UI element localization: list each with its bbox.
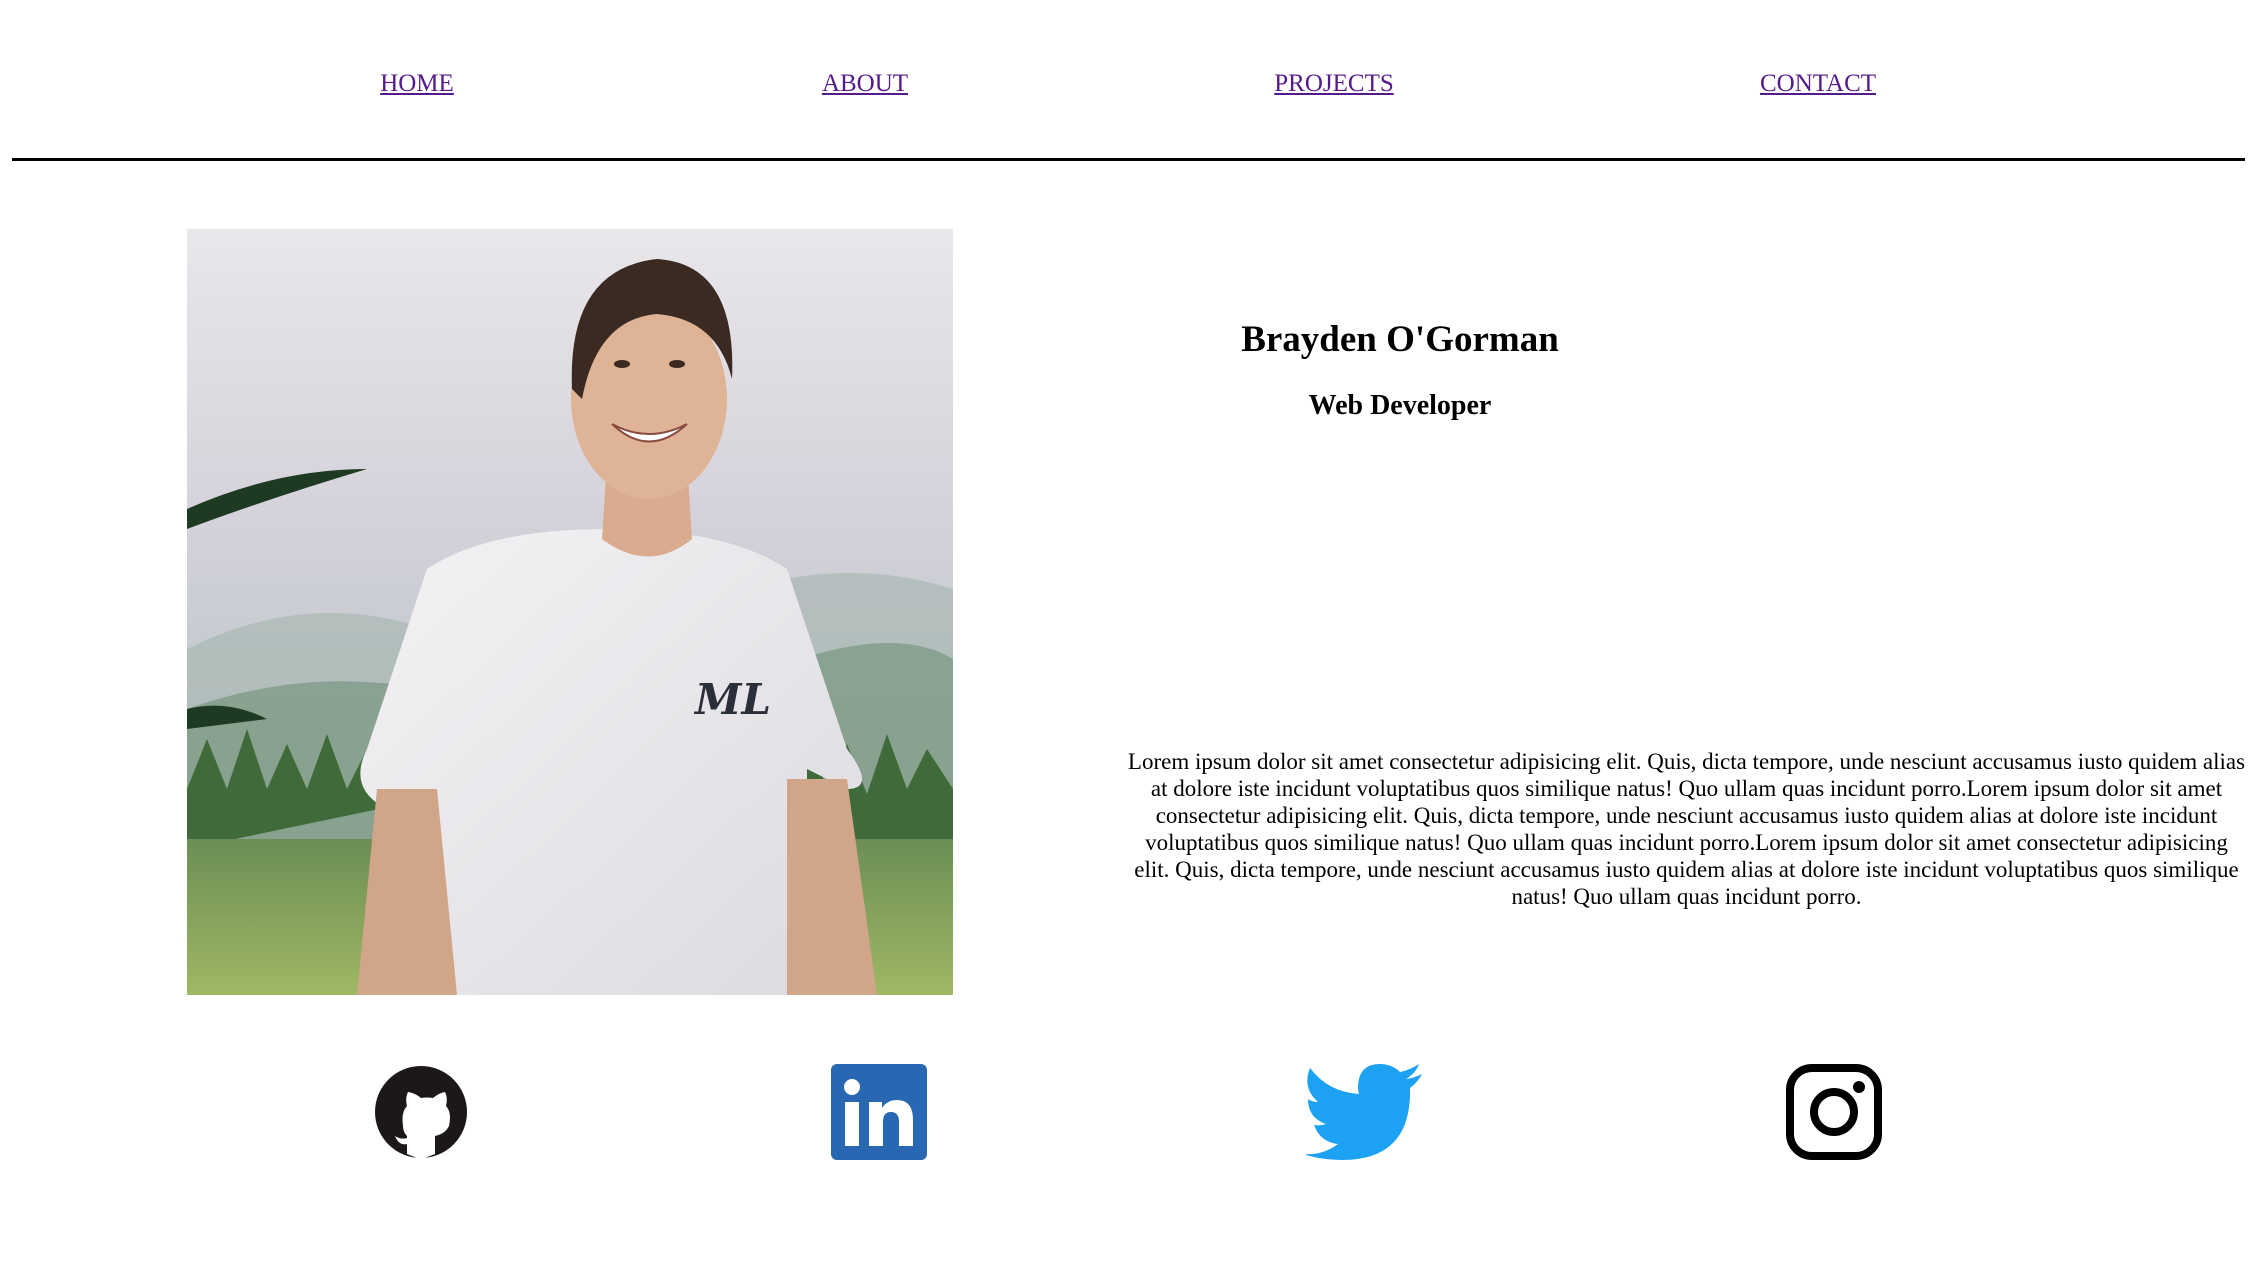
twitter-icon	[1306, 1064, 1422, 1160]
instagram-icon	[1786, 1064, 1882, 1160]
hero-title: Web Developer	[1308, 390, 1492, 421]
instagram-link[interactable]	[1786, 1064, 1882, 1160]
hero-name: Brayden O'Gorman	[1241, 319, 1559, 360]
nav-divider	[12, 158, 2245, 161]
nav-link-contact[interactable]: CONTACT	[1760, 70, 1876, 98]
hero-bio: Lorem ipsum dolor sit amet consectetur a…	[1127, 749, 2246, 909]
shirt-logo-text: ML	[693, 675, 771, 724]
linkedin-link[interactable]	[831, 1064, 927, 1160]
top-nav: HOME ABOUT PROJECTS CONTACT	[0, 0, 2256, 160]
github-link[interactable]	[373, 1064, 469, 1160]
linkedin-icon	[831, 1064, 927, 1160]
profile-photo: ML	[187, 229, 953, 995]
profile-photo-illustration: ML	[187, 229, 953, 995]
nav-link-projects[interactable]: PROJECTS	[1274, 70, 1393, 98]
github-icon	[375, 1066, 467, 1158]
nav-link-home[interactable]: HOME	[380, 70, 454, 98]
nav-link-about[interactable]: ABOUT	[822, 70, 908, 98]
twitter-link[interactable]	[1306, 1064, 1426, 1160]
page: HOME ABOUT PROJECTS CONTACT ML Brayden O…	[0, 0, 2256, 1282]
